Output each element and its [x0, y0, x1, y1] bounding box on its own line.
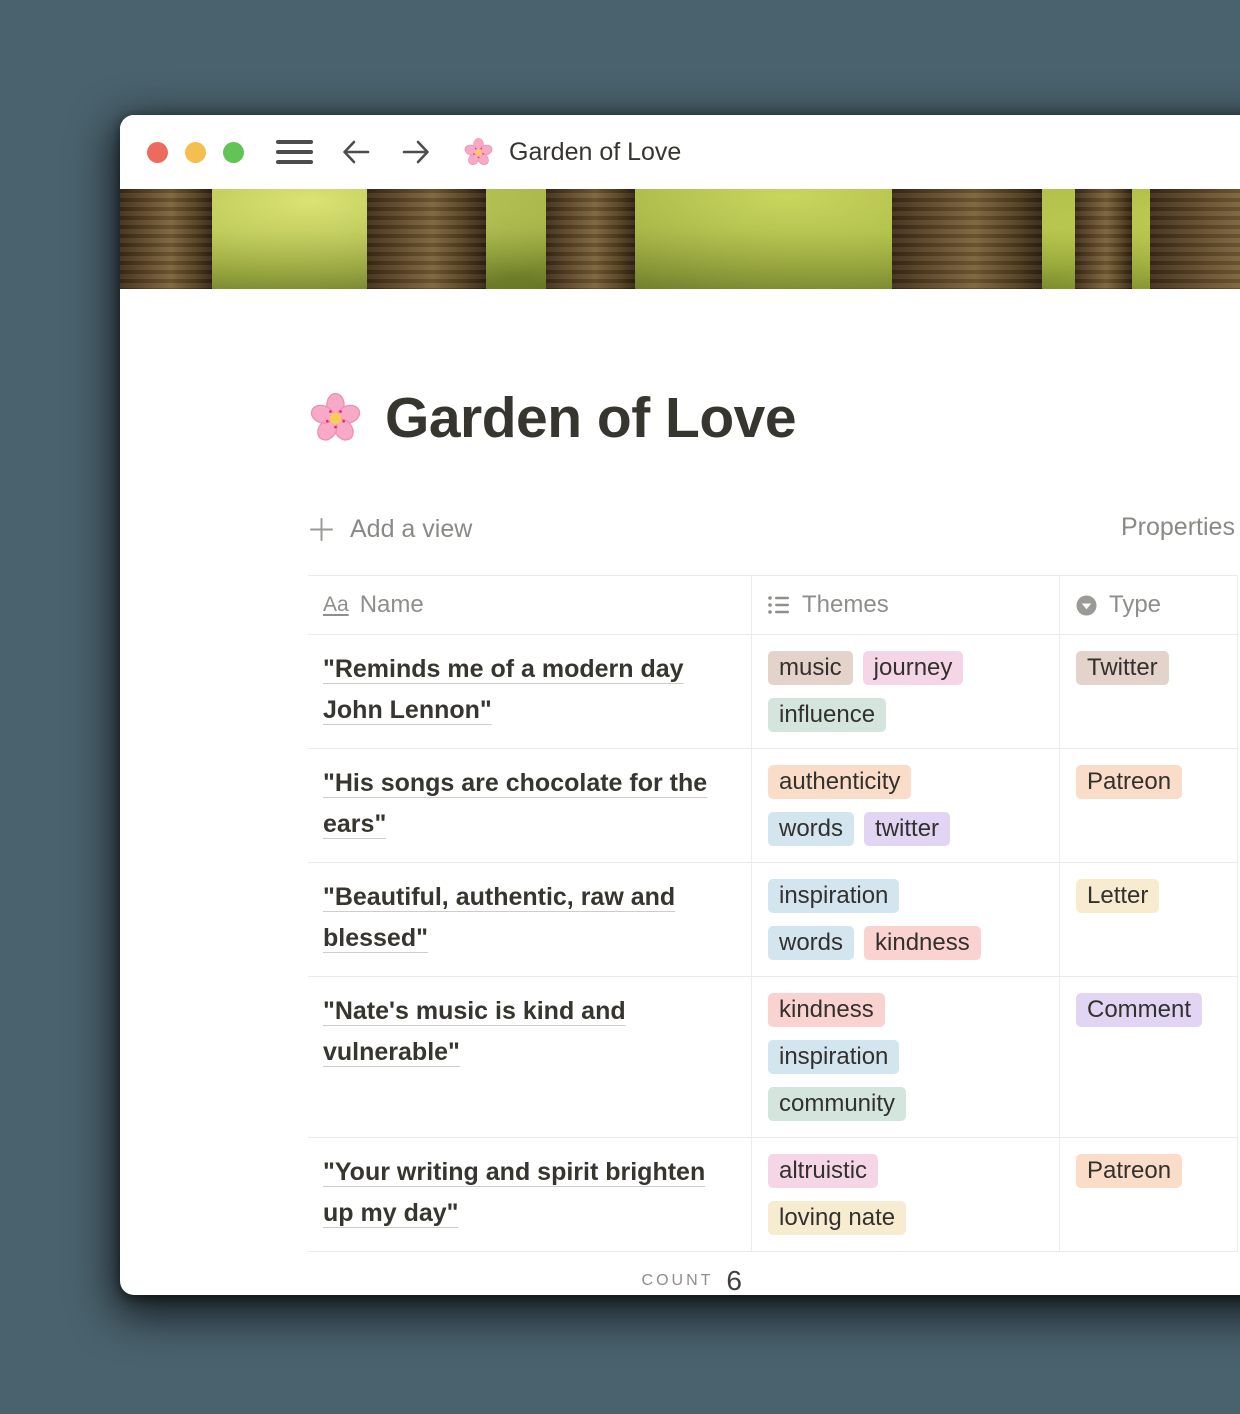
- themes-cell[interactable]: authenticity words twitter: [752, 749, 1060, 862]
- themes-cell[interactable]: music journey influence: [752, 635, 1060, 748]
- theme-tag: twitter: [864, 812, 950, 846]
- properties-button[interactable]: Properties: [1121, 513, 1235, 542]
- page-link[interactable]: "His songs are chocolate for the ears": [323, 769, 707, 838]
- name-cell[interactable]: "Reminds me of a modern day John Lennon": [308, 635, 752, 748]
- table-row: "Your writing and spirit brighten up my …: [308, 1138, 1238, 1252]
- theme-tag: kindness: [768, 993, 885, 1027]
- theme-tag: altruistic: [768, 1154, 878, 1188]
- type-tag: Twitter: [1076, 651, 1169, 685]
- type-cell[interactable]: Twitter: [1060, 635, 1238, 748]
- multi-select-list-icon: [767, 593, 791, 617]
- column-header-themes[interactable]: Themes: [752, 576, 1060, 634]
- text-field-icon: Aa: [323, 593, 349, 617]
- table-row: "Nate's music is kind and vulnerable" ki…: [308, 977, 1238, 1138]
- select-icon: [1075, 594, 1098, 617]
- name-cell[interactable]: "Nate's music is kind and vulnerable": [308, 977, 752, 1137]
- themes-cell[interactable]: kindness inspiration community: [752, 977, 1060, 1137]
- minimize-button[interactable]: [185, 142, 206, 163]
- titlebar-title: Garden of Love: [509, 138, 681, 167]
- column-label: Themes: [802, 591, 889, 619]
- close-button[interactable]: [147, 142, 168, 163]
- cherry-blossom-icon: [463, 137, 494, 168]
- theme-tag: music: [768, 651, 853, 685]
- theme-tag: kindness: [864, 926, 981, 960]
- desktop: { "titlebar": { "title": "Garden of Love…: [0, 0, 1240, 1414]
- themes-cell[interactable]: altruistic loving nate: [752, 1138, 1060, 1251]
- cherry-blossom-icon: [308, 391, 363, 446]
- app-window: Garden of Love Garden of Love Add a view…: [120, 115, 1240, 1295]
- theme-tag: loving nate: [768, 1201, 906, 1235]
- add-view-label: Add a view: [350, 515, 472, 544]
- cover-image: [120, 189, 1240, 289]
- themes-cell[interactable]: inspiration words kindness: [752, 863, 1060, 976]
- count-value: 6: [726, 1265, 742, 1295]
- type-tag: Patreon: [1076, 1154, 1182, 1188]
- name-cell[interactable]: "Your writing and spirit brighten up my …: [308, 1138, 752, 1251]
- name-cell[interactable]: "His songs are chocolate for the ears": [308, 749, 752, 862]
- count-label: COUNT: [642, 1272, 714, 1290]
- theme-tag: authenticity: [768, 765, 911, 799]
- plus-icon: [308, 516, 335, 543]
- type-tag: Letter: [1076, 879, 1159, 913]
- theme-tag: community: [768, 1087, 906, 1121]
- page-link[interactable]: "Nate's music is kind and vulnerable": [323, 997, 626, 1066]
- zoom-button[interactable]: [223, 142, 244, 163]
- theme-tag: influence: [768, 698, 886, 732]
- theme-tag: inspiration: [768, 879, 899, 913]
- view-toolbar: Add a view Properties: [308, 509, 1240, 549]
- column-header-name[interactable]: Aa Name: [308, 576, 752, 634]
- type-tag: Patreon: [1076, 765, 1182, 799]
- page-link[interactable]: "Your writing and spirit brighten up my …: [323, 1158, 705, 1227]
- table-row: "Reminds me of a modern day John Lennon"…: [308, 635, 1238, 749]
- back-icon[interactable]: [339, 135, 373, 169]
- database-table: Aa Name Themes Type: [308, 575, 1238, 1295]
- table-header: Aa Name Themes Type: [308, 575, 1238, 635]
- window-controls: [147, 142, 244, 163]
- table-row: "Beautiful, authentic, raw and blessed" …: [308, 863, 1238, 977]
- name-cell[interactable]: "Beautiful, authentic, raw and blessed": [308, 863, 752, 976]
- page-link[interactable]: "Beautiful, authentic, raw and blessed": [323, 883, 675, 952]
- theme-tag: inspiration: [768, 1040, 899, 1074]
- page-title-row: Garden of Love: [308, 385, 1240, 451]
- column-label: Type: [1109, 591, 1161, 619]
- theme-tag: journey: [863, 651, 964, 685]
- table-footer-count[interactable]: COUNT 6: [308, 1252, 752, 1295]
- type-cell[interactable]: Letter: [1060, 863, 1238, 976]
- add-view-button[interactable]: Add a view: [308, 515, 472, 544]
- type-cell[interactable]: Patreon: [1060, 749, 1238, 862]
- table-row: "His songs are chocolate for the ears" a…: [308, 749, 1238, 863]
- type-cell[interactable]: Comment: [1060, 977, 1238, 1137]
- type-cell[interactable]: Patreon: [1060, 1138, 1238, 1251]
- type-tag: Comment: [1076, 993, 1202, 1027]
- page-link[interactable]: "Reminds me of a modern day John Lennon": [323, 655, 684, 724]
- theme-tag: words: [768, 812, 854, 846]
- forward-icon[interactable]: [399, 135, 433, 169]
- menu-icon[interactable]: [276, 140, 313, 164]
- page-title[interactable]: Garden of Love: [385, 385, 796, 451]
- page-content: Garden of Love Add a view Properties Aa …: [120, 385, 1240, 1295]
- theme-tag: words: [768, 926, 854, 960]
- column-header-type[interactable]: Type: [1060, 576, 1238, 634]
- column-label: Name: [360, 591, 424, 619]
- titlebar: Garden of Love: [120, 115, 1240, 189]
